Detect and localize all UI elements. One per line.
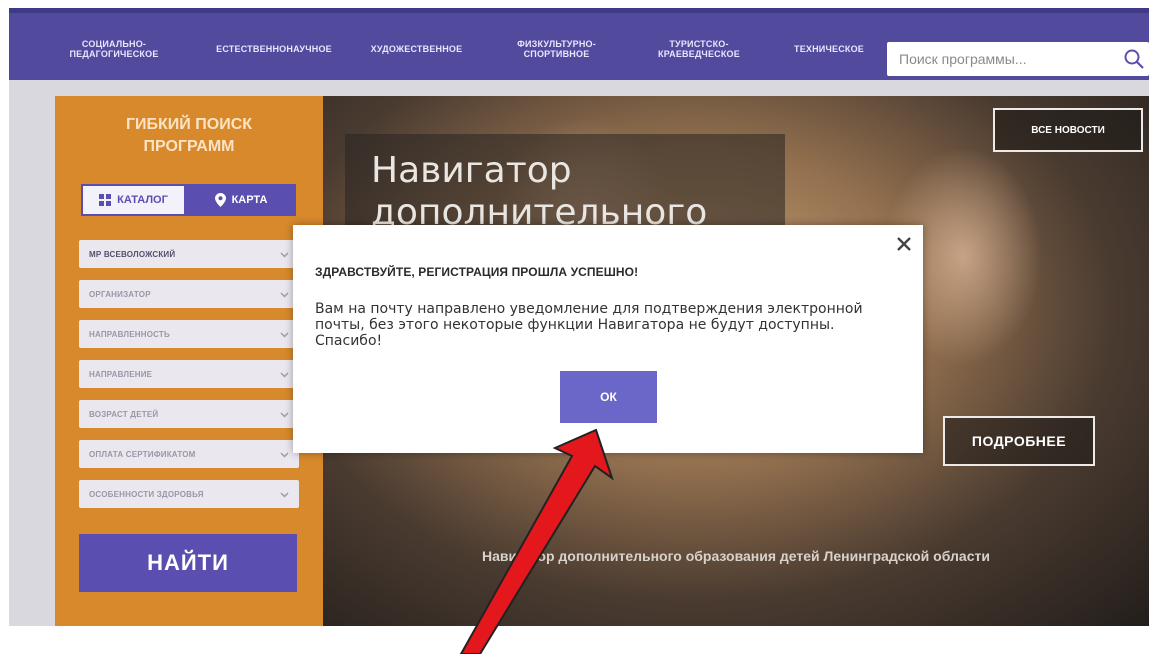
nav-item-natural-science[interactable]: ЕСТЕСТВЕННОНАУЧНОЕ [199,31,349,67]
chevron-down-icon [280,412,289,417]
tab-catalog[interactable]: КАТАЛОГ [81,184,186,216]
filter-age[interactable]: ВОЗРАСТ ДЕТЕЙ [79,400,299,428]
filter-label: ОСОБЕННОСТИ ЗДОРОВЬЯ [89,489,204,499]
filter-label: ВОЗРАСТ ДЕТЕЙ [89,409,159,419]
nav-item-label: СОЦИАЛЬНО- [81,39,147,49]
tab-catalog-label: КАТАЛОГ [117,194,168,206]
view-tabs: КАТАЛОГ КАРТА [81,184,296,216]
tab-map-label: КАРТА [231,194,268,206]
nav-item-tourism[interactable]: ТУРИСТСКО- КРАЕВЕДЧЕСКОЕ [639,31,759,67]
filter-health[interactable]: ОСОБЕННОСТИ ЗДОРОВЬЯ [79,480,299,508]
title-line: ГИБКИЙ ПОИСК [125,116,253,133]
more-details-button[interactable]: ПОДРОБНЕЕ [943,416,1095,466]
map-pin-icon [214,193,226,207]
nav-item-label: ФИЗКУЛЬТУРНО- [517,39,596,49]
filter-label: НАПРАВЛЕННОСТЬ [89,329,170,339]
nav-item-technical[interactable]: ТЕХНИЧЕСКОЕ [779,31,879,67]
grid-icon [99,194,112,206]
chevron-down-icon [280,492,289,497]
filter-orientation[interactable]: НАПРАВЛЕННОСТЬ [79,320,299,348]
flexible-search-panel: ГИБКИЙ ПОИСК ПРОГРАММ КАТАЛОГ КАРТА МР В… [55,96,323,626]
flexible-search-title: ГИБКИЙ ПОИСК ПРОГРАММ [55,114,323,158]
nav-item-label: ТУРИСТСКО- [669,39,729,49]
search-icon[interactable] [1123,48,1145,70]
nav-item-arts[interactable]: ХУДОЖЕСТВЕННОЕ [359,31,474,67]
filter-district[interactable]: МР ВСЕВОЛОЖСКИЙ [79,240,299,268]
filter-certificate-payment[interactable]: ОПЛАТА СЕРТИФИКАТОМ [79,440,299,468]
hero-caption: Навигатор дополнительного образования де… [482,548,990,564]
tab-map[interactable]: КАРТА [186,184,296,216]
hero-title: Навигатор дополнительного [371,150,791,234]
top-navigation: СОЦИАЛЬНО- ПЕДАГОГИЧЕСКОЕ ЕСТЕСТВЕННОНАУЧ… [9,8,1149,80]
title-line: ПРОГРАММ [143,138,235,155]
chevron-down-icon [280,332,289,337]
all-news-button[interactable]: ВСЕ НОВОСТИ [993,108,1143,152]
filter-organizer[interactable]: ОРГАНИЗАТОР [79,280,299,308]
filter-label: МР ВСЕВОЛОЖСКИЙ [89,249,176,259]
nav-item-label: КРАЕВЕДЧЕСКОЕ [658,49,740,59]
chevron-down-icon [280,452,289,457]
nav-item-social-pedagogical[interactable]: СОЦИАЛЬНО- ПЕДАГОГИЧЕСКОЕ [59,31,169,67]
filter-label: НАПРАВЛЕНИЕ [89,369,153,379]
search-box [887,42,1149,76]
nav-item-label: ЕСТЕСТВЕННОНАУЧНОЕ [216,44,332,54]
nav-item-label: ХУДОЖЕСТВЕННОЕ [370,44,463,54]
find-button[interactable]: НАЙТИ [79,534,297,592]
registration-success-dialog: ЗДРАВСТВУЙТЕ, РЕГИСТРАЦИЯ ПРОШЛА УСПЕШНО… [293,225,923,453]
chevron-down-icon [280,252,289,257]
nav-item-label: СПОРТИВНОЕ [523,49,590,59]
chevron-down-icon [280,372,289,377]
nav-item-sports[interactable]: ФИЗКУЛЬТУРНО- СПОРТИВНОЕ [499,31,614,67]
hero-title-line: Навигатор [371,150,572,191]
chevron-down-icon [280,292,289,297]
dialog-message: Вам на почту направлено уведомление для … [315,301,863,349]
nav-item-label: ТЕХНИЧЕСКОЕ [794,44,864,54]
filter-direction[interactable]: НАПРАВЛЕНИЕ [79,360,299,388]
filter-label: ОРГАНИЗАТОР [89,289,151,299]
nav-item-label: ПЕДАГОГИЧЕСКОЕ [69,49,159,59]
ok-button[interactable]: ОК [560,371,657,423]
close-icon[interactable] [895,235,913,253]
search-input[interactable] [897,43,1121,75]
dialog-title: ЗДРАВСТВУЙТЕ, РЕГИСТРАЦИЯ ПРОШЛА УСПЕШНО… [315,265,639,279]
filter-label: ОПЛАТА СЕРТИФИКАТОМ [89,449,196,459]
